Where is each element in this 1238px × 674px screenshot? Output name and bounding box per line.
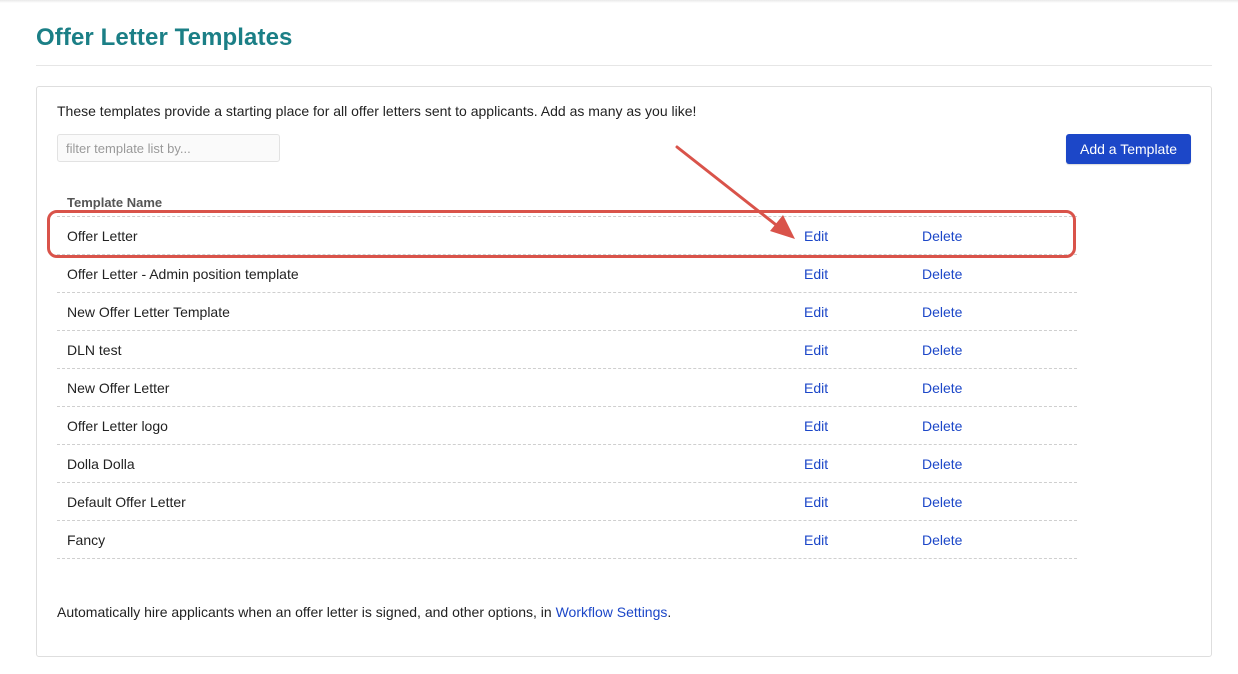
table-row: Offer Letter logo Edit Delete [57, 407, 1077, 445]
delete-link[interactable]: Delete [922, 532, 962, 548]
template-name: Dolla Dolla [67, 456, 135, 472]
delete-link[interactable]: Delete [922, 494, 962, 510]
table-row: Fancy Edit Delete [57, 521, 1077, 559]
footer-suffix: . [667, 604, 672, 620]
template-name: DLN test [67, 342, 122, 358]
table-row: New Offer Letter Edit Delete [57, 369, 1077, 407]
footer-text: Automatically hire applicants when an of… [57, 604, 556, 620]
template-name: Fancy [67, 532, 106, 548]
edit-link[interactable]: Edit [804, 380, 828, 396]
column-header-template-name: Template Name [57, 190, 1077, 217]
delete-link[interactable]: Delete [922, 304, 962, 320]
delete-link[interactable]: Delete [922, 456, 962, 472]
edit-link[interactable]: Edit [804, 532, 828, 548]
template-name: Offer Letter logo [67, 418, 168, 434]
intro-text: These templates provide a starting place… [57, 103, 697, 119]
title-divider [36, 65, 1212, 66]
add-template-button[interactable]: Add a Template [1066, 134, 1191, 164]
edit-link[interactable]: Edit [804, 228, 828, 244]
table-row: Offer Letter Edit Delete [57, 217, 1077, 255]
edit-link[interactable]: Edit [804, 304, 828, 320]
page-title: Offer Letter Templates [36, 24, 293, 51]
delete-link[interactable]: Delete [922, 380, 962, 396]
table-row: Default Offer Letter Edit Delete [57, 483, 1077, 521]
template-name: Default Offer Letter [67, 494, 186, 510]
template-name: Offer Letter - Admin position template [67, 266, 299, 282]
table-row: New Offer Letter Template Edit Delete [57, 293, 1077, 331]
delete-link[interactable]: Delete [922, 342, 962, 358]
template-name: Offer Letter [67, 228, 138, 244]
template-name: New Offer Letter [67, 380, 170, 396]
table-row: DLN test Edit Delete [57, 331, 1077, 369]
top-shadow [0, 0, 1238, 3]
table-row: Dolla Dolla Edit Delete [57, 445, 1077, 483]
templates-panel: These templates provide a starting place… [36, 86, 1212, 657]
delete-link[interactable]: Delete [922, 228, 962, 244]
delete-link[interactable]: Delete [922, 418, 962, 434]
edit-link[interactable]: Edit [804, 342, 828, 358]
edit-link[interactable]: Edit [804, 456, 828, 472]
edit-link[interactable]: Edit [804, 266, 828, 282]
table-row: Offer Letter - Admin position template E… [57, 255, 1077, 293]
templates-table: Template Name Offer Letter Edit Delete O… [57, 190, 1077, 559]
template-name: New Offer Letter Template [67, 304, 230, 320]
edit-link[interactable]: Edit [804, 494, 828, 510]
edit-link[interactable]: Edit [804, 418, 828, 434]
footer-note: Automatically hire applicants when an of… [57, 604, 671, 620]
filter-input[interactable] [57, 134, 280, 162]
delete-link[interactable]: Delete [922, 266, 962, 282]
workflow-settings-link[interactable]: Workflow Settings [556, 604, 668, 620]
